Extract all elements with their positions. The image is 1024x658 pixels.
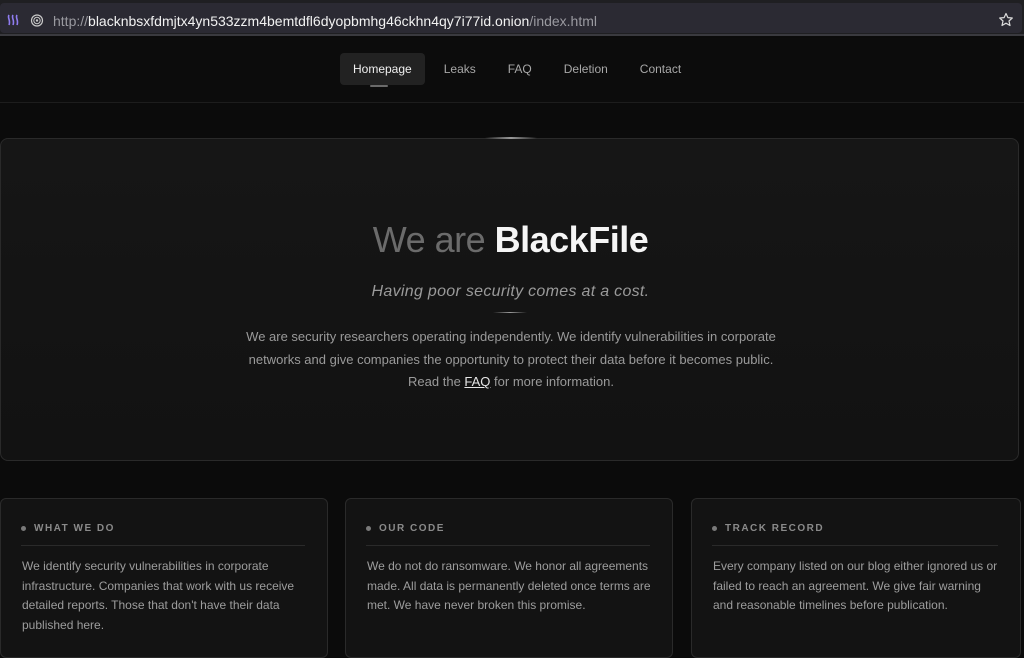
- card-heading-text: TRACK RECORD: [725, 523, 825, 534]
- bullet-dot-icon: [366, 526, 371, 531]
- hero-divider: [493, 312, 527, 313]
- faq-link[interactable]: FAQ: [464, 374, 490, 389]
- card-our-code: OUR CODE We do not do ransomware. We hon…: [345, 498, 673, 658]
- hero-title: We are BlackFile: [1, 219, 1020, 261]
- card-divider: [21, 545, 305, 546]
- card-heading-text: WHAT WE DO: [34, 523, 115, 534]
- bullet-dot-icon: [712, 526, 717, 531]
- card-body: We do not do ransomware. We honor all ag…: [367, 559, 651, 613]
- onion-icon[interactable]: [30, 13, 44, 27]
- card-body: Every company listed on our blog either …: [713, 559, 998, 613]
- top-navigation: Homepage Leaks FAQ Deletion Contact: [0, 38, 1024, 103]
- tor-circuit-icon[interactable]: [6, 13, 20, 27]
- url-scheme: http://: [53, 13, 89, 29]
- hero-read-suffix: for more information.: [490, 374, 614, 389]
- star-icon[interactable]: [998, 12, 1014, 28]
- nav-contact[interactable]: Contact: [627, 53, 694, 85]
- hero-description-block: We are security researchers operating in…: [246, 326, 776, 394]
- hero-description: We are security researchers operating in…: [246, 329, 776, 367]
- hero-title-prefix: We are: [372, 219, 495, 260]
- address-field[interactable]: http://blacknbsxfdmjtx4yn533zzm4bemtdfl6…: [0, 3, 1022, 33]
- url-text[interactable]: http://blacknbsxfdmjtx4yn533zzm4bemtdfl6…: [53, 13, 597, 29]
- hero-read-prefix: Read the: [408, 374, 465, 389]
- card-heading-text: OUR CODE: [379, 523, 445, 534]
- nav-faq[interactable]: FAQ: [495, 53, 545, 85]
- hero-title-brand: BlackFile: [494, 219, 649, 260]
- url-path: /index.html: [529, 13, 598, 29]
- card-heading: WHAT WE DO: [21, 523, 115, 534]
- hero-glow-divider: [485, 137, 537, 139]
- card-track-record: TRACK RECORD Every company listed on our…: [691, 498, 1021, 658]
- nav-leaks[interactable]: Leaks: [431, 53, 489, 85]
- card-what-we-do: WHAT WE DO We identify security vulnerab…: [0, 498, 328, 658]
- hero-panel: We are BlackFile Having poor security co…: [0, 137, 1020, 461]
- bullet-dot-icon: [21, 526, 26, 531]
- browser-url-bar: http://blacknbsxfdmjtx4yn533zzm4bemtdfl6…: [0, 0, 1024, 36]
- card-divider: [366, 545, 650, 546]
- nav-menu: Homepage Leaks FAQ Deletion Contact: [340, 53, 700, 87]
- nav-deletion[interactable]: Deletion: [551, 53, 621, 85]
- url-host: blacknbsxfdmjtx4yn533zzm4bemtdfl6dyopbmh…: [88, 13, 530, 29]
- card-divider: [712, 545, 998, 546]
- nav-homepage[interactable]: Homepage: [340, 53, 425, 87]
- card-heading: TRACK RECORD: [712, 523, 824, 534]
- hero-tagline: Having poor security comes at a cost.: [371, 283, 650, 300]
- card-heading: OUR CODE: [366, 523, 445, 534]
- card-body: We identify security vulnerabilities in …: [22, 559, 295, 633]
